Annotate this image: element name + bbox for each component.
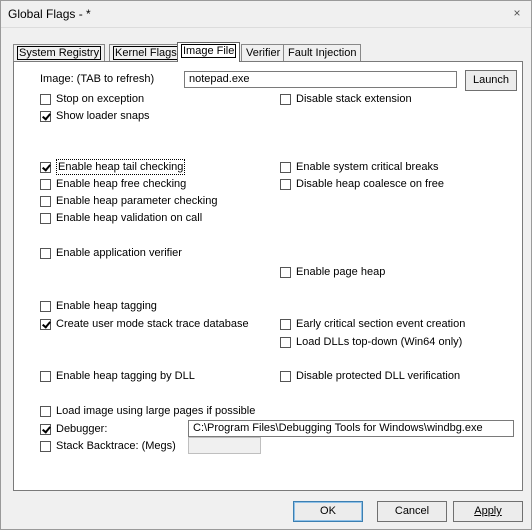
- system-critical-breaks-checkbox[interactable]: Enable system critical breaks: [280, 160, 438, 174]
- tab-kernel-flags-label: Kernel Flags: [113, 46, 179, 60]
- image-label: Image: (TAB to refresh): [40, 73, 155, 85]
- large-pages-label: Load image using large pages if possible: [56, 405, 256, 417]
- debugger-box: [40, 423, 51, 435]
- stack-backtrace-label: Stack Backtrace: (Megs): [56, 440, 176, 452]
- stop-on-exception-checkbox[interactable]: Stop on exception: [40, 92, 144, 106]
- tab-kernel-flags[interactable]: Kernel Flags: [109, 44, 183, 61]
- application-verifier-checkbox[interactable]: Enable application verifier: [40, 246, 182, 260]
- close-icon[interactable]: ×: [508, 5, 526, 21]
- early-critical-section-label: Early critical section event creation: [296, 318, 466, 330]
- heap-parameter-checking-label: Enable heap parameter checking: [56, 195, 218, 207]
- load-dlls-top-down-label: Load DLLs top-down (Win64 only): [296, 336, 463, 348]
- disable-stack-extension-box: [280, 93, 291, 105]
- user-mode-stack-trace-label: Create user mode stack trace database: [56, 318, 249, 330]
- debugger-label: Debugger:: [56, 423, 108, 435]
- heap-tail-checking-box: [40, 161, 51, 173]
- cancel-button[interactable]: Cancel: [377, 501, 447, 522]
- window-title: Global Flags - *: [8, 7, 91, 21]
- stop-on-exception-box: [40, 93, 51, 105]
- heap-tagging-label: Enable heap tagging: [56, 300, 157, 312]
- heap-tagging-box: [40, 300, 51, 312]
- load-dlls-top-down-checkbox[interactable]: Load DLLs top-down (Win64 only): [280, 335, 462, 349]
- debugger-path-input[interactable]: C:\Program Files\Debugging Tools for Win…: [188, 420, 514, 437]
- tab-system-registry-label: System Registry: [17, 46, 102, 60]
- apply-button-label: Apply: [474, 505, 502, 517]
- page-heap-checkbox[interactable]: Enable page heap: [280, 265, 385, 279]
- stack-backtrace-input[interactable]: [188, 437, 261, 454]
- disable-stack-extension-label: Disable stack extension: [296, 93, 412, 105]
- disable-protected-dll-label: Disable protected DLL verification: [296, 370, 461, 382]
- heap-tail-checking-label: Enable heap tail checking: [56, 159, 186, 175]
- heap-tagging-by-dll-checkbox[interactable]: Enable heap tagging by DLL: [40, 369, 195, 383]
- stack-backtrace-box: [40, 440, 51, 452]
- show-loader-snaps-label: Show loader snaps: [56, 110, 150, 122]
- heap-tail-checking-checkbox[interactable]: Enable heap tail checking: [40, 159, 186, 175]
- heap-validation-on-call-label: Enable heap validation on call: [56, 212, 203, 224]
- show-loader-snaps-checkbox[interactable]: Show loader snaps: [40, 109, 150, 123]
- heap-free-checking-checkbox[interactable]: Enable heap free checking: [40, 177, 186, 191]
- disable-heap-coalesce-box: [280, 178, 291, 190]
- stack-backtrace-checkbox[interactable]: Stack Backtrace: (Megs): [40, 439, 176, 453]
- heap-validation-on-call-box: [40, 212, 51, 224]
- stop-on-exception-label: Stop on exception: [56, 93, 145, 105]
- tab-image-file-label: Image File: [181, 44, 237, 58]
- image-name-input[interactable]: notepad.exe: [184, 71, 457, 88]
- application-verifier-box: [40, 247, 51, 259]
- system-critical-breaks-label: Enable system critical breaks: [296, 161, 439, 173]
- heap-parameter-checking-box: [40, 195, 51, 207]
- heap-free-checking-box: [40, 178, 51, 190]
- apply-button[interactable]: Apply: [453, 501, 523, 522]
- tab-fault-injection-label: Fault Injection: [288, 47, 357, 59]
- user-mode-stack-trace-checkbox[interactable]: Create user mode stack trace database: [40, 317, 249, 331]
- large-pages-checkbox[interactable]: Load image using large pages if possible: [40, 404, 255, 418]
- disable-protected-dll-box: [280, 370, 291, 382]
- tab-system-registry[interactable]: System Registry: [13, 44, 106, 61]
- image-file-panel: Image: (TAB to refresh) notepad.exe Laun…: [13, 61, 523, 491]
- tab-verifier[interactable]: Verifier: [241, 44, 286, 61]
- debugger-checkbox[interactable]: Debugger:: [40, 422, 107, 436]
- disable-stack-extension-checkbox[interactable]: Disable stack extension: [280, 92, 412, 106]
- system-critical-breaks-box: [280, 161, 291, 173]
- launch-button[interactable]: Launch: [465, 70, 517, 91]
- global-flags-window: Global Flags - * × System Registry Kerne…: [0, 0, 532, 530]
- tab-verifier-label: Verifier: [246, 47, 281, 59]
- load-dlls-top-down-box: [280, 336, 291, 348]
- disable-heap-coalesce-checkbox[interactable]: Disable heap coalesce on free: [280, 177, 444, 191]
- early-critical-section-checkbox[interactable]: Early critical section event creation: [280, 317, 465, 331]
- early-critical-section-box: [280, 318, 291, 330]
- heap-parameter-checking-checkbox[interactable]: Enable heap parameter checking: [40, 194, 217, 208]
- heap-tagging-by-dll-label: Enable heap tagging by DLL: [56, 370, 195, 382]
- heap-free-checking-label: Enable heap free checking: [56, 178, 187, 190]
- page-heap-label: Enable page heap: [296, 266, 386, 278]
- heap-tagging-checkbox[interactable]: Enable heap tagging: [40, 299, 157, 313]
- title-bar[interactable]: Global Flags - * ×: [1, 1, 531, 28]
- page-heap-box: [280, 266, 291, 278]
- show-loader-snaps-box: [40, 110, 51, 122]
- ok-button[interactable]: OK: [293, 501, 363, 522]
- tab-fault-injection[interactable]: Fault Injection: [283, 44, 362, 61]
- heap-validation-on-call-checkbox[interactable]: Enable heap validation on call: [40, 211, 202, 225]
- tab-image-file[interactable]: Image File: [177, 42, 241, 62]
- disable-protected-dll-checkbox[interactable]: Disable protected DLL verification: [280, 369, 460, 383]
- application-verifier-label: Enable application verifier: [56, 247, 182, 259]
- large-pages-box: [40, 405, 51, 417]
- disable-heap-coalesce-label: Disable heap coalesce on free: [296, 178, 444, 190]
- user-mode-stack-trace-box: [40, 318, 51, 330]
- heap-tagging-by-dll-box: [40, 370, 51, 382]
